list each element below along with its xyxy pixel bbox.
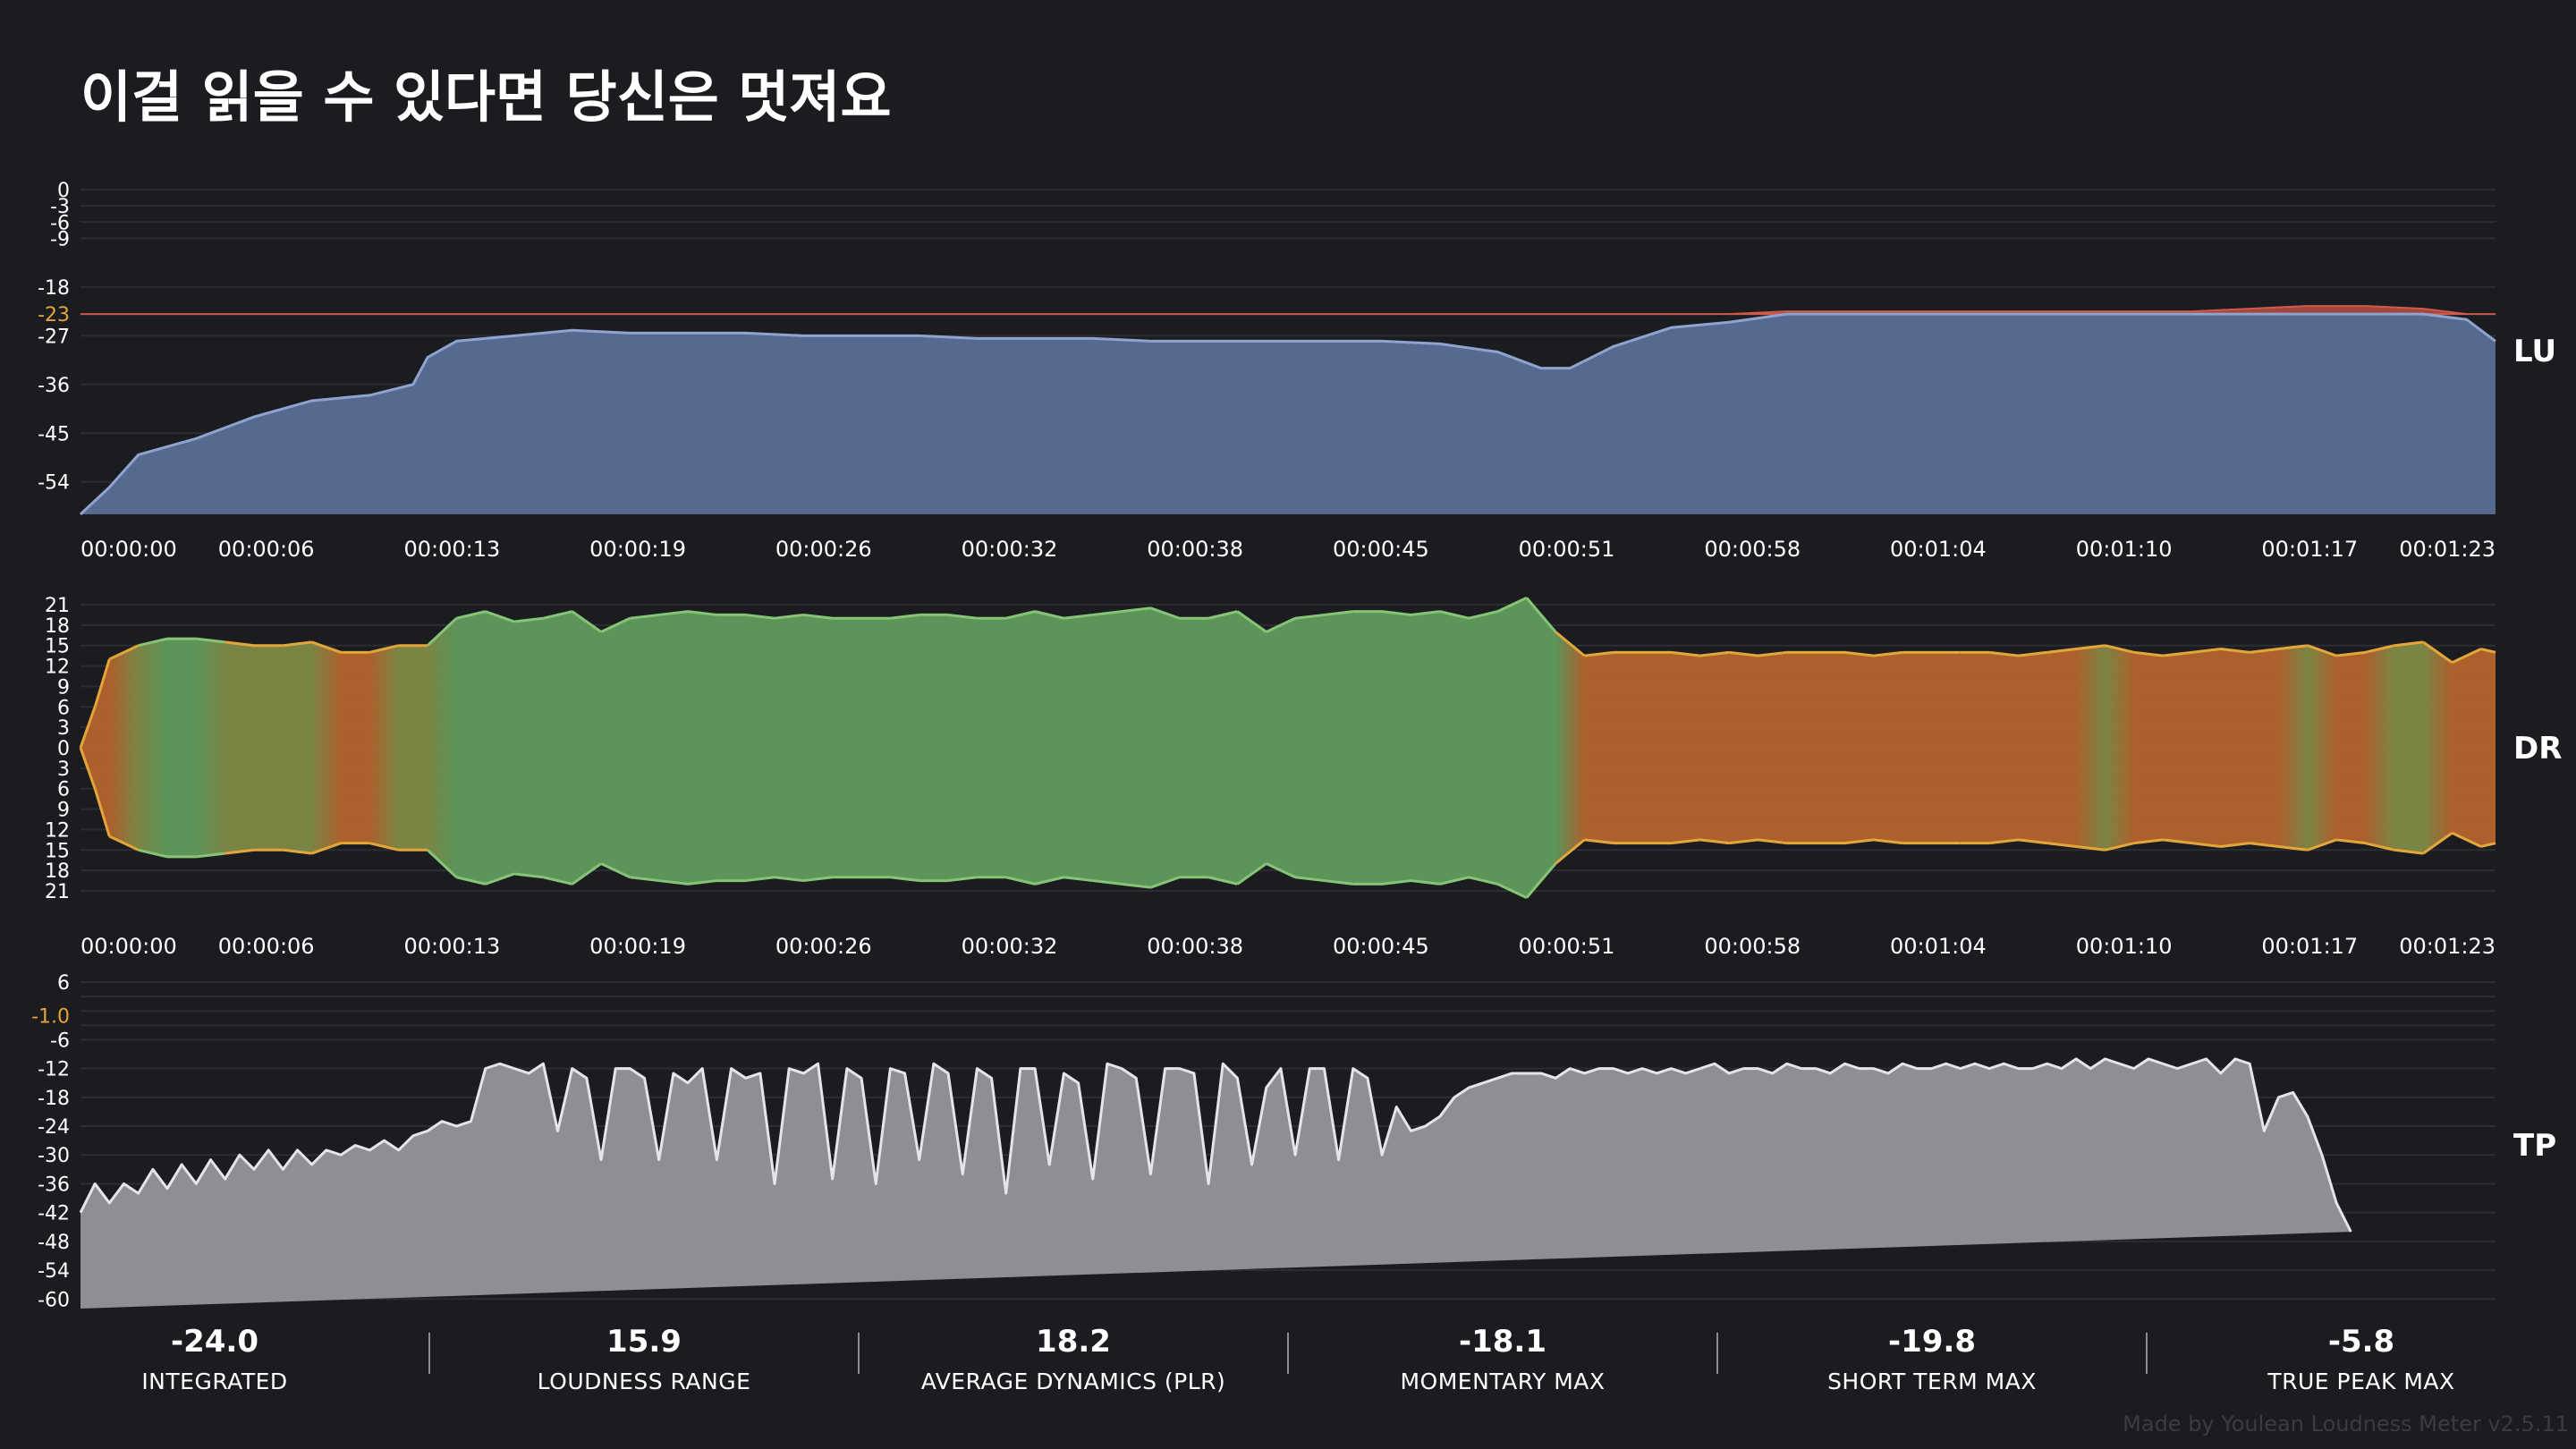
y-tick-label: 12 (45, 657, 70, 679)
x-tick-label: 00:00:32 (962, 537, 1058, 562)
x-tick-label: 00:01:04 (1890, 934, 1987, 959)
lu-panel: 0-3-6-9-18-23-27-36-45-5400:00:00 00:00:0… (38, 180, 2556, 562)
y-tick-label: -6 (50, 1030, 70, 1052)
x-tick-label: 00:00:19 (589, 934, 686, 959)
y-tick-label: 0 (57, 738, 70, 760)
y-tick-label: 6 (57, 779, 70, 801)
y-tick-label: -36 (38, 375, 70, 397)
dr-panel: 2118151296303691215182100:00:00 00:00:06 0… (45, 595, 2562, 959)
y-tick-label: -27 (38, 326, 70, 348)
y-tick-label: -36 (38, 1174, 70, 1196)
stat-momentary-max-value: -18.1 (1459, 1324, 1546, 1360)
x-tick-label: 00:00:00 (80, 934, 177, 959)
x-tick-label: 00:00:45 (1333, 537, 1429, 562)
y-tick-label: 15 (45, 636, 70, 658)
credit-text: Made by Youlean Loudness Meter v2.5.11 (2123, 1411, 2569, 1436)
y-tick-label: -18 (38, 277, 70, 300)
panel-label: LU (2513, 334, 2556, 369)
stat-true-peak-max-value: -5.8 (2327, 1324, 2395, 1360)
y-tick-label: 3 (57, 758, 70, 781)
stat-short-term-max-label: SHORT TERM MAX (1827, 1368, 2037, 1394)
stat-average-dynamics: 18.2 AVERAGE DYNAMICS (PLR) (859, 1324, 1288, 1394)
y-tick-label: -23 (38, 304, 70, 326)
y-tick-label: 21 (45, 881, 70, 903)
x-tick-label: 00:01:23 (2399, 934, 2496, 959)
y-tick-label: -45 (38, 423, 70, 445)
stat-average-dynamics-label: AVERAGE DYNAMICS (PLR) (920, 1368, 1226, 1394)
x-tick-label: 00:00:13 (403, 934, 500, 959)
stats-bar: -24.0 INTEGRATED 15.9 LOUDNESS RANGE 18.… (0, 1324, 2576, 1404)
x-tick-label: 00:01:17 (2261, 537, 2358, 562)
stat-momentary-max: -18.1 MOMENTARY MAX (1288, 1324, 1717, 1394)
x-tick-label: 00:01:17 (2261, 934, 2358, 959)
y-tick-label: -48 (38, 1232, 70, 1254)
stat-integrated-label: INTEGRATED (141, 1368, 288, 1394)
tp-panel: 6 -1.0-6 -12 -18 -24 -30 -36 -42 -48 -54 -60 TP (31, 972, 2556, 1311)
y-tick-label: -9 (50, 228, 70, 250)
x-tick-label: 00:00:06 (218, 934, 315, 959)
y-tick-label: -24 (38, 1116, 70, 1139)
x-tick-label: 00:00:26 (775, 934, 872, 959)
x-tick-label: 00:00:45 (1333, 934, 1429, 959)
lu-area (80, 314, 2496, 514)
loudness-charts: 0-3-6-9-18-23-27-36-45-5400:00:00 00:00:0… (31, 180, 2562, 1311)
stat-loudness-range-value: 15.9 (606, 1324, 682, 1360)
x-tick-label: 00:00:51 (1519, 934, 1615, 959)
tp-area (80, 1058, 2351, 1309)
x-tick-label: 00:00:58 (1704, 934, 1801, 959)
x-tick-label: 00:00:19 (589, 537, 686, 562)
x-tick-label: 00:01:04 (1890, 537, 1987, 562)
x-tick-label: 00:00:06 (218, 537, 315, 562)
y-tick-label: -1.0 (31, 1006, 70, 1029)
y-tick-label: 15 (45, 840, 70, 862)
x-tick-label: 00:00:00 (80, 537, 177, 562)
dr-area (80, 597, 2496, 898)
stat-loudness-range: 15.9 LOUDNESS RANGE (429, 1324, 859, 1394)
y-tick-label: 9 (57, 676, 70, 699)
y-tick-label: -42 (38, 1203, 70, 1225)
y-tick-label: 21 (45, 595, 70, 617)
y-tick-label: -30 (38, 1145, 70, 1167)
y-tick-label: -18 (38, 1088, 70, 1110)
y-tick-label: 6 (57, 972, 70, 995)
x-tick-label: 00:00:51 (1519, 537, 1615, 562)
panel-label: TP (2513, 1128, 2556, 1164)
x-tick-label: 00:01:10 (2076, 537, 2173, 562)
x-tick-label: 00:00:13 (403, 537, 500, 562)
y-tick-label: -12 (38, 1059, 70, 1081)
y-tick-label: 18 (45, 860, 70, 883)
y-tick-label: 6 (57, 697, 70, 719)
stat-momentary-max-label: MOMENTARY MAX (1400, 1368, 1606, 1394)
x-tick-label: 00:00:26 (775, 537, 872, 562)
y-tick-label: 9 (57, 800, 70, 822)
x-tick-label: 00:00:38 (1147, 934, 1243, 959)
stat-short-term-max-value: -19.8 (1888, 1324, 1976, 1360)
y-tick-label: 18 (45, 615, 70, 638)
y-tick-label: 12 (45, 819, 70, 842)
stat-true-peak-max: -5.8 TRUE PEAK MAX (2147, 1324, 2576, 1394)
x-tick-label: 00:00:32 (962, 934, 1058, 959)
y-tick-label: -60 (38, 1289, 70, 1311)
x-tick-label: 00:01:10 (2076, 934, 2173, 959)
x-tick-label: 00:00:58 (1704, 537, 1801, 562)
y-tick-label: -54 (38, 472, 70, 495)
stat-average-dynamics-value: 18.2 (1036, 1324, 1111, 1360)
y-tick-label: 3 (57, 717, 70, 740)
panel-label: DR (2513, 731, 2562, 767)
stat-true-peak-max-label: TRUE PEAK MAX (2267, 1368, 2455, 1394)
stat-integrated: -24.0 INTEGRATED (0, 1324, 429, 1394)
x-tick-label: 00:00:38 (1147, 537, 1243, 562)
x-tick-label: 00:01:23 (2399, 537, 2496, 562)
stat-loudness-range-label: LOUDNESS RANGE (537, 1368, 751, 1394)
stat-integrated-value: -24.0 (171, 1324, 258, 1360)
stat-short-term-max: -19.8 SHORT TERM MAX (1717, 1324, 2147, 1394)
y-tick-label: -54 (38, 1260, 70, 1283)
